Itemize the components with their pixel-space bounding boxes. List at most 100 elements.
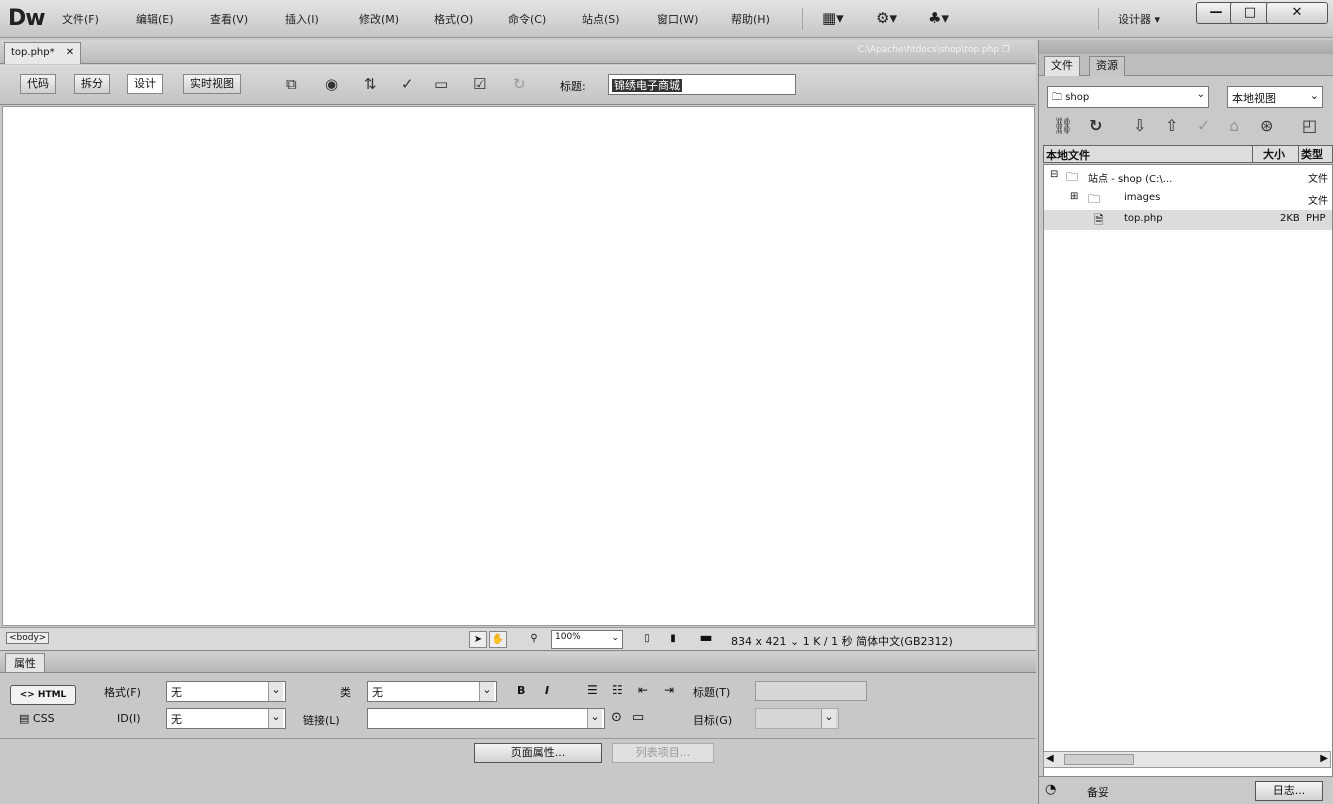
document-tab[interactable]: top.php* ✕ — [4, 42, 82, 64]
hand-tool-icon[interactable]: ✋ — [489, 631, 507, 648]
maximize-button[interactable]: □ — [1230, 2, 1270, 24]
menu-bar: Dw 文件(F) 编辑(E) 查看(V) 插入(I) 修改(M) 格式(O) 命… — [0, 0, 1333, 38]
file-list-header: 本地文件 大小 类型 — [1043, 145, 1333, 163]
workspace-switcher[interactable]: 设计器 ▾ — [1118, 11, 1160, 27]
css-mode-button[interactable]: ▤ CSS — [19, 712, 55, 725]
class-label: 类 — [340, 686, 351, 699]
horizontal-scrollbar[interactable]: ◀ ▶ — [1043, 751, 1331, 768]
tab-close-icon[interactable]: ✕ — [66, 47, 74, 58]
desktop-size-icon[interactable]: ▬ — [694, 631, 718, 648]
mobile-size-icon[interactable]: ▯ — [638, 631, 656, 648]
live-view-button[interactable]: 实时视图 — [183, 74, 241, 94]
file-row-images[interactable]: ⊞ 🗀 images 文件 — [1044, 189, 1332, 209]
menu-window[interactable]: 窗口(W) — [657, 11, 698, 27]
page-properties-button[interactable]: 页面属性... — [474, 743, 602, 763]
close-button[interactable]: ✕ — [1266, 2, 1328, 24]
select-tool-icon[interactable]: ➤ — [469, 631, 487, 648]
menu-file[interactable]: 文件(F) — [62, 11, 99, 27]
list-item-button[interactable]: 列表项目... — [612, 743, 714, 763]
menu-view[interactable]: 查看(V) — [210, 11, 248, 27]
get-files-icon[interactable]: ⇩ — [1133, 116, 1146, 135]
file-type: 文件 — [1308, 174, 1328, 185]
site-icon[interactable]: ♣▾ — [928, 9, 949, 27]
html-mode-button[interactable]: <> HTML — [10, 685, 76, 705]
tablet-size-icon[interactable]: ▮ — [664, 631, 682, 648]
collapse-icon[interactable]: ⊟ — [1050, 169, 1058, 180]
window-size[interactable]: 834 x 421 — [731, 635, 787, 648]
browser-preview-icon[interactable]: ◉ — [325, 75, 338, 93]
document-tab-label: top.php* — [11, 47, 55, 58]
menu-help[interactable]: 帮助(H) — [731, 11, 770, 27]
class-select[interactable]: 无 — [367, 681, 497, 702]
view-select[interactable]: 本地视图 ⌄ — [1227, 86, 1323, 108]
file-row-top-php[interactable]: 🗎 top.php 2KB PHP — [1044, 210, 1332, 230]
file-type: 文件 — [1308, 196, 1328, 207]
log-button[interactable]: 日志... — [1255, 781, 1323, 801]
menu-site[interactable]: 站点(S) — [582, 11, 620, 27]
check-in-icon[interactable]: ⌂ — [1229, 116, 1239, 135]
expand-panel-icon[interactable]: ◰ — [1302, 116, 1317, 135]
scroll-left-icon[interactable]: ◀ — [1046, 753, 1054, 764]
menu-commands[interactable]: 命令(C) — [508, 11, 546, 27]
tab-files[interactable]: 文件 — [1044, 56, 1080, 76]
format-label: 格式(F) — [104, 686, 141, 699]
file-row-site[interactable]: ⊟ 🗀 站点 - shop (C:\... 文件 — [1044, 167, 1332, 187]
put-files-icon[interactable]: ⇧ — [1165, 116, 1178, 135]
code-view-button[interactable]: 代码 — [20, 74, 56, 94]
italic-button[interactable]: I — [545, 684, 549, 697]
check-icon[interactable]: ✓ — [401, 75, 414, 93]
scroll-right-icon[interactable]: ▶ — [1320, 753, 1328, 764]
target-select[interactable] — [755, 708, 839, 729]
check-out-icon[interactable]: ✓ — [1197, 116, 1210, 135]
site-select[interactable]: 🗀 shop ⌄ — [1047, 86, 1209, 108]
panel-collapse-bar[interactable] — [1039, 40, 1333, 54]
document-tab-bar: top.php* ✕ C:\Apache\htdocs\shop\top.php… — [0, 40, 1036, 64]
document-path-text: C:\Apache\htdocs\shop\top.php — [857, 45, 1000, 55]
file-management-icon[interactable]: ⇅ — [364, 75, 377, 93]
link-label: 链接(L) — [303, 714, 340, 727]
menu-insert[interactable]: 插入(I) — [285, 11, 319, 27]
col-type[interactable]: 类型 — [1298, 146, 1332, 162]
indent-icon[interactable]: ⇥ — [664, 683, 674, 697]
id-select[interactable]: 无 — [166, 708, 286, 729]
zoom-select[interactable]: 100% ⌄ — [551, 630, 623, 649]
col-local-files[interactable]: 本地文件 — [1046, 147, 1090, 163]
restore-icon[interactable]: ❐ — [1002, 45, 1010, 55]
sync-icon[interactable]: ⊛ — [1260, 116, 1273, 135]
link-input[interactable] — [367, 708, 605, 729]
design-view-button[interactable]: 设计 — [127, 74, 163, 94]
menu-modify[interactable]: 修改(M) — [359, 11, 399, 27]
extend-gear-icon[interactable]: ⚙▾ — [876, 9, 897, 27]
zoom-tool-icon[interactable]: ⚲ — [525, 631, 543, 648]
css-icon: ▤ — [19, 712, 30, 725]
properties-tab[interactable]: 属性 — [5, 653, 45, 672]
visual-aids-icon[interactable]: ▭ — [434, 75, 448, 93]
ordered-list-icon[interactable]: ☷ — [612, 683, 623, 697]
outdent-icon[interactable]: ⇤ — [638, 683, 648, 697]
connect-icon[interactable]: ⛓ — [1053, 116, 1073, 135]
split-view-button[interactable]: 拆分 — [74, 74, 110, 94]
design-canvas[interactable] — [2, 106, 1035, 626]
validate-icon[interactable]: ☑ — [473, 75, 486, 93]
doc-title-input[interactable]: 锦绣电子商城 — [608, 74, 796, 95]
folder-icon: 🗀 — [1066, 170, 1079, 184]
layout-icon[interactable]: ▦▾ — [822, 9, 844, 27]
point-to-file-icon[interactable]: ⊙ — [611, 710, 622, 725]
title-attr-input[interactable] — [755, 681, 867, 701]
bold-button[interactable]: B — [517, 684, 525, 697]
browse-folder-icon[interactable]: ▭ — [632, 710, 644, 725]
status-text: 备妥 — [1087, 786, 1109, 799]
tag-selector[interactable]: <body> — [6, 632, 50, 644]
format-select[interactable]: 无 — [166, 681, 286, 702]
menu-edit[interactable]: 编辑(E) — [136, 11, 174, 27]
tab-assets[interactable]: 资源 — [1089, 56, 1125, 76]
expand-icon[interactable]: ⊞ — [1070, 191, 1078, 202]
php-file-icon: 🗎 — [1094, 213, 1104, 227]
refresh-icon[interactable]: ↻ — [513, 75, 526, 93]
scroll-thumb[interactable] — [1064, 754, 1134, 765]
refresh-files-icon[interactable]: ↻ — [1089, 116, 1102, 135]
menu-format[interactable]: 格式(O) — [434, 11, 473, 27]
unordered-list-icon[interactable]: ☰ — [587, 683, 598, 697]
multiscreen-icon[interactable]: ⧉ — [286, 75, 297, 93]
col-size[interactable]: 大小 — [1252, 146, 1285, 162]
